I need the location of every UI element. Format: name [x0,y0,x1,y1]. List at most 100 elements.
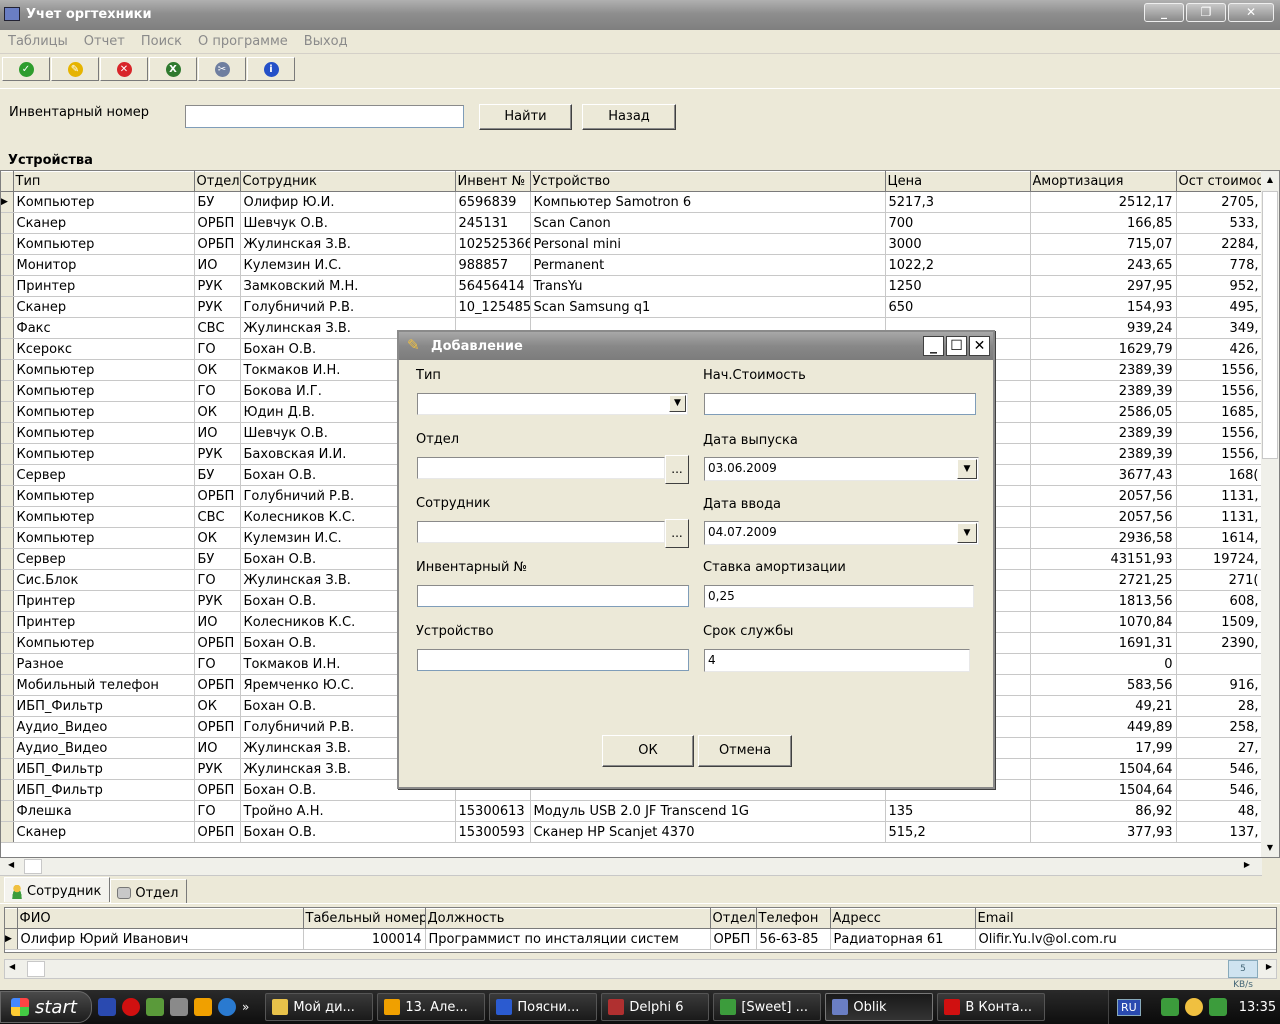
emp-scroll-left-arrow-icon[interactable]: ◀ [9,962,15,971]
dialog-titlebar[interactable]: ✎ Добавление _ ☐ ✕ [399,332,993,360]
dialog-maximize-button[interactable]: ☐ [946,336,967,356]
tray-connection-icon[interactable] [1208,998,1227,1016]
close-button[interactable]: ✕ [1228,3,1274,22]
maximize-button[interactable]: ❐ [1186,3,1226,22]
window-titlebar[interactable]: Учет оргтехники _ ❐ ✕ [0,0,1280,30]
menu-about[interactable]: О программе [198,34,288,53]
internet-explorer-icon[interactable] [218,998,236,1016]
toolbar-button-1[interactable]: ✓ [2,57,50,81]
devices-horizontal-scrollbar[interactable]: ◀ ▶ [0,858,1262,876]
emp-horizontal-scroll-thumb[interactable] [27,961,45,977]
table-row[interactable]: Монитор ИО Кулемзин И.С. 988857 Permanent 102… [1,254,1263,276]
table-row[interactable]: Сканер ОРБП Шевчук О.В. 245131 Scan Canon 700… [1,212,1263,234]
table-row[interactable]: Сканер РУК Голубничий Р.В. 10_125485 Scan Sa… [1,296,1263,318]
department-field[interactable] [417,457,665,479]
type-combobox[interactable]: ▼ [417,393,688,415]
menu-exit[interactable]: Выход [304,34,348,53]
back-button[interactable]: Назад [582,104,676,130]
type-dropdown-arrow-icon[interactable]: ▼ [669,395,686,412]
menu-tables[interactable]: Таблицы [8,34,68,53]
taskbar-task[interactable]: Мой ди... [265,993,374,1021]
device-input[interactable] [417,649,689,671]
devices-vertical-scrollbar[interactable]: ▲ ▼ [1261,171,1279,857]
devices-col-header[interactable]: Сотрудник [240,171,456,192]
employees-col-header[interactable]: Отдел [710,908,757,929]
release-date-picker[interactable]: 03.06.2009 ▼ [704,457,979,481]
dialog-close-button[interactable]: ✕ [969,336,990,356]
tab-department[interactable]: Отдел [110,879,188,903]
employees-col-header[interactable]: ФИО [17,908,304,929]
scroll-thumb[interactable] [1262,191,1278,459]
tray-network-icon[interactable] [1160,998,1179,1016]
row-indicator [1,716,14,738]
table-row[interactable]: Принтер РУК Замковский М.Н. 56456414 TransYu… [1,275,1263,297]
taskbar-task[interactable]: 13. Але... [377,993,486,1021]
table-row[interactable]: ▶ Компьютер БУ Олифир Ю.И. 6596839 Компьютер … [1,191,1263,213]
toolbar-button-3[interactable]: ✕ [100,57,148,81]
scroll-right-arrow-icon[interactable]: ▶ [1244,860,1250,869]
scroll-up-arrow-icon[interactable]: ▲ [1261,171,1279,189]
table-cell: 2721,25 [1030,569,1177,591]
table-row[interactable]: ▶ Олифир Юрий Иванович 100014 Программист п… [5,928,1276,950]
input-date-dropdown-arrow-icon[interactable]: ▼ [957,523,977,543]
depreciation-rate-input[interactable]: 0,25 [704,585,974,608]
emp-scroll-right-arrow-icon[interactable]: ▶ [1266,962,1272,971]
table-row[interactable]: Компьютер ОРБП Жулинская З.В. 102525366 Pers… [1,233,1263,255]
toolbar-button-6[interactable]: i [247,57,295,81]
scroll-left-arrow-icon[interactable]: ◀ [8,860,14,869]
row-indicator [1,779,14,801]
quicklaunch-app-icon[interactable] [98,998,116,1016]
employees-col-header[interactable]: Телефон [756,908,831,929]
devices-col-header[interactable]: Устройство [530,171,886,192]
employees-col-header[interactable]: Адресс [830,908,976,929]
language-indicator[interactable]: RU [1117,998,1141,1016]
taskbar-task[interactable]: [Sweet] ... [713,993,822,1021]
service-life-input[interactable]: 4 [704,649,970,672]
tray-messenger-icon[interactable] [1184,998,1203,1016]
department-browse-button[interactable]: ... [665,455,689,484]
taskbar-task[interactable]: Поясни... [489,993,598,1021]
tab-employee[interactable]: Сотрудник [4,877,111,902]
employees-horizontal-scrollbar[interactable]: ◀ 5 KB/s ▶ [4,959,1277,990]
horizontal-scroll-thumb[interactable] [24,859,42,874]
minimize-button[interactable]: _ [1144,3,1184,22]
quicklaunch-utility-icon[interactable] [170,998,188,1016]
menu-search[interactable]: Поиск [141,34,182,53]
inventory-no-input[interactable] [417,585,689,607]
opera-icon[interactable] [122,998,140,1016]
devices-col-header[interactable]: Инвент № [455,171,531,192]
quicklaunch-more-icon[interactable]: » [242,1000,249,1014]
employee-field[interactable] [417,521,665,543]
taskbar-task[interactable]: В Конта... [937,993,1046,1021]
devices-col-header[interactable]: Тип [13,171,195,192]
table-cell: РУК [194,296,241,318]
employees-col-header[interactable]: Должность [425,908,711,929]
employee-browse-button[interactable]: ... [665,519,689,548]
cancel-button[interactable]: Отмена [698,735,792,767]
ok-button[interactable]: ОК [602,735,694,767]
toolbar-button-4[interactable]: X [149,57,197,81]
toolbar-button-2[interactable]: ✎ [51,57,99,81]
table-row[interactable]: Флешка ГО Тройно А.Н. 15300613 Модуль USB 2.… [1,800,1263,822]
dialog-minimize-button[interactable]: _ [923,336,944,356]
employees-col-header[interactable]: Табельный номер [303,908,426,929]
inventory-number-input[interactable] [185,105,464,128]
menu-report[interactable]: Отчет [84,34,125,53]
input-date-picker[interactable]: 04.07.2009 ▼ [704,521,979,545]
taskbar-task[interactable]: Delphi 6 [601,993,710,1021]
employees-col-header[interactable]: Email [975,908,1276,929]
find-button[interactable]: Найти [479,104,572,130]
quicklaunch-tool-icon[interactable] [146,998,164,1016]
taskbar-task[interactable]: Oblik [825,993,934,1021]
release-date-dropdown-arrow-icon[interactable]: ▼ [957,459,977,479]
devices-col-header[interactable]: Цена [885,171,1031,192]
scroll-down-arrow-icon[interactable]: ▼ [1261,839,1279,857]
initial-cost-input[interactable] [704,393,976,415]
toolbar-button-5[interactable]: ✂ [198,57,246,81]
devices-col-header[interactable]: Амортизация [1030,171,1177,192]
table-row[interactable]: Сканер ОРБП Бохан О.В. 15300593 Сканер HP Sc… [1,821,1263,843]
start-button[interactable]: start [0,991,92,1023]
winamp-icon[interactable] [194,998,212,1016]
devices-col-header[interactable]: Ост стоимос [1176,171,1263,192]
devices-col-header[interactable]: Отдел [194,171,241,192]
